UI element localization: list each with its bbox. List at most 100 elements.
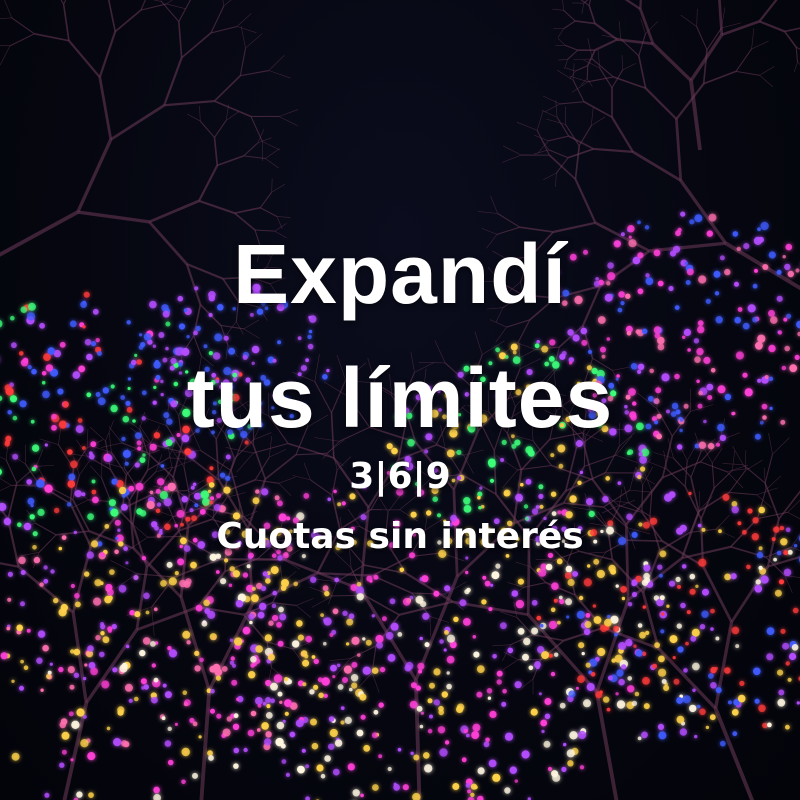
light-bulb — [626, 451, 631, 455]
light-bulb — [544, 713, 551, 720]
branch — [548, 154, 576, 180]
branch — [199, 106, 201, 122]
branch — [548, 135, 569, 142]
light-bulb — [106, 726, 111, 731]
light-bulb — [730, 573, 737, 580]
light-bulb — [530, 708, 538, 716]
branch — [639, 0, 642, 10]
branch — [751, 40, 769, 50]
branch — [278, 116, 298, 127]
light-bulb — [210, 708, 215, 714]
light-bulb — [782, 642, 790, 650]
branch — [178, 0, 192, 22]
light-bulb — [785, 724, 790, 730]
light-bulb — [215, 675, 221, 681]
light-bulb — [572, 571, 578, 577]
branch — [268, 54, 285, 71]
light-bulb — [697, 325, 705, 334]
light-bulb — [437, 726, 446, 734]
light-bulb — [735, 644, 740, 649]
light-bulb — [16, 624, 24, 632]
light-bulb — [260, 585, 267, 592]
light-bulb — [87, 752, 96, 761]
light-bulb — [596, 569, 606, 579]
branch — [115, 573, 138, 589]
branch — [543, 95, 561, 105]
branch — [533, 149, 549, 155]
light-bulb — [415, 685, 421, 691]
light-bulb — [658, 668, 667, 677]
light-bulb — [611, 658, 616, 663]
light-bulb — [709, 714, 716, 721]
light-bulb — [108, 499, 116, 507]
light-bulb — [305, 635, 313, 643]
light-bulb — [791, 644, 799, 651]
light-bulb — [486, 688, 493, 694]
light-bulb — [577, 675, 585, 683]
branch — [557, 28, 564, 38]
light-bulb — [754, 585, 763, 593]
light-bulb — [165, 321, 171, 327]
light-bulb — [128, 698, 133, 703]
branch — [181, 32, 212, 59]
light-bulb — [323, 641, 327, 646]
branch — [696, 8, 698, 27]
branch — [758, 20, 786, 33]
branch — [225, 111, 240, 121]
light-bulb — [151, 696, 158, 704]
light-bulb — [715, 687, 722, 694]
light-bulb — [399, 567, 405, 573]
light-bulb — [754, 698, 760, 704]
light-bulb — [615, 584, 619, 588]
light-bulb — [231, 663, 237, 668]
branch — [784, 27, 800, 33]
light-bulb — [133, 575, 139, 581]
light-bulb — [357, 653, 361, 657]
light-bulb — [492, 654, 497, 659]
light-bulb — [7, 571, 13, 577]
light-bulb — [446, 634, 456, 643]
branch — [463, 449, 484, 456]
light-bulb — [76, 708, 85, 717]
light-bulb — [587, 564, 591, 568]
branch — [795, 47, 799, 63]
light-bulb — [213, 504, 221, 511]
light-bulb — [257, 703, 262, 708]
light-bulb — [424, 642, 430, 648]
light-bulb — [138, 345, 144, 350]
light-bulb — [214, 333, 223, 342]
light-bulb — [281, 759, 287, 764]
light-bulb — [248, 613, 255, 620]
light-bulb — [297, 634, 304, 641]
light-bulb — [20, 659, 24, 664]
interest-free-subtitle: Cuotas sin interés — [216, 516, 584, 557]
branch — [250, 116, 263, 142]
branch — [574, 145, 581, 180]
light-bulb — [181, 779, 186, 785]
light-bulb — [585, 613, 591, 618]
light-bulb — [680, 602, 686, 609]
light-bulb — [329, 728, 338, 738]
light-bulb — [487, 696, 492, 700]
branch — [220, 324, 244, 330]
light-bulb — [43, 565, 48, 570]
branch — [696, 26, 708, 51]
light-bulb — [614, 632, 618, 637]
branch — [590, 107, 594, 126]
light-bulb — [698, 558, 707, 567]
light-bulb — [307, 334, 312, 340]
light-bulb — [242, 626, 251, 635]
light-bulb — [301, 748, 306, 753]
branch — [555, 45, 566, 47]
branch — [198, 199, 235, 215]
light-bulb — [278, 606, 284, 613]
branch — [271, 183, 286, 193]
light-bulb — [70, 583, 75, 589]
light-bulb — [162, 683, 167, 688]
light-bulb — [309, 689, 315, 695]
light-bulb — [459, 599, 467, 607]
branch — [552, 8, 564, 11]
light-bulb — [422, 612, 430, 620]
light-bulb — [747, 508, 753, 514]
light-bulb — [595, 691, 603, 699]
